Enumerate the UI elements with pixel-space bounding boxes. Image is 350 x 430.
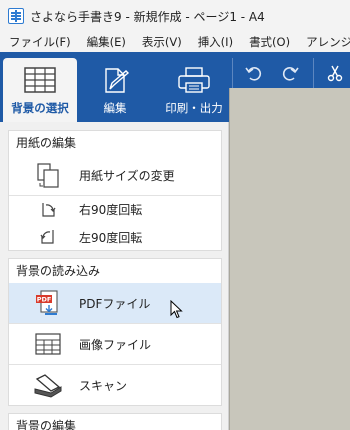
scanner-icon <box>33 370 63 400</box>
tab-edit[interactable]: 編集 <box>78 58 152 122</box>
tab-label: 背景の選択 <box>11 101 69 115</box>
svg-text:PDF: PDF <box>37 296 52 304</box>
background-select-icon <box>22 64 58 96</box>
menu-bar: ファイル(F) 編集(E) 表示(V) 挿入(I) 書式(O) アレンジ <box>0 32 350 52</box>
menu-arrange[interactable]: アレンジ <box>297 34 350 50</box>
tab-label: 編集 <box>103 101 127 115</box>
scan-item[interactable]: スキャン <box>9 364 221 405</box>
background-edit-section: 背景の編集 <box>8 413 222 430</box>
rotate-right-icon <box>33 200 63 220</box>
printer-icon <box>176 64 212 96</box>
section-header: 背景の読み込み <box>16 264 101 278</box>
app-icon <box>8 8 24 24</box>
menu-insert[interactable]: 挿入(I) <box>189 34 240 50</box>
tab-label: 印刷・出力 <box>165 101 223 115</box>
cut-button[interactable] <box>322 60 348 86</box>
title-bar: さよなら手書き9 - 新規作成 - ページ1 - A4 <box>0 0 350 32</box>
undo-icon <box>245 67 262 81</box>
rotate-left-item[interactable]: 左90度回転 <box>9 223 221 251</box>
toolbar-divider <box>313 58 314 88</box>
page-resize-icon <box>33 160 63 190</box>
item-label: スキャン <box>79 378 128 393</box>
mouse-cursor-icon <box>170 300 183 319</box>
image-file-icon <box>33 329 63 359</box>
section-header: 背景の編集 <box>16 419 77 430</box>
tab-print-output[interactable]: 印刷・出力 <box>153 58 235 122</box>
item-label: 用紙サイズの変更 <box>79 168 175 183</box>
menu-edit[interactable]: 編集(E) <box>78 34 133 50</box>
undo-button[interactable] <box>240 60 266 86</box>
section-header: 用紙の編集 <box>16 136 77 150</box>
item-label: 左90度回転 <box>79 230 143 245</box>
pdf-file-item[interactable]: PDF PDFファイル <box>9 283 221 323</box>
rotate-left-icon <box>33 227 63 247</box>
toolbar-divider <box>232 58 233 88</box>
menu-view[interactable]: 表示(V) <box>133 34 189 50</box>
redo-button[interactable] <box>278 60 304 86</box>
paper-edit-section: 用紙の編集 用紙サイズの変更 右90度回転 左90度回転 <box>8 130 222 251</box>
page-canvas[interactable] <box>229 88 350 430</box>
background-import-section: 背景の読み込み PDF PDFファイル 画像ファイル スキャン <box>8 258 222 406</box>
redo-icon <box>282 67 299 81</box>
rotate-right-item[interactable]: 右90度回転 <box>9 195 221 223</box>
tab-background-select[interactable]: 背景の選択 <box>3 58 77 122</box>
item-label: 右90度回転 <box>79 203 143 217</box>
menu-format[interactable]: 書式(O) <box>240 34 297 50</box>
pdf-file-icon: PDF <box>33 288 63 318</box>
window-title: さよなら手書き9 - 新規作成 - ページ1 - A4 <box>30 9 265 24</box>
scissors-icon <box>327 65 343 82</box>
menu-file[interactable]: ファイル(F) <box>0 34 78 50</box>
item-label: 画像ファイル <box>79 337 152 352</box>
pen-edit-icon <box>97 64 133 96</box>
item-label: PDFファイル <box>79 296 151 311</box>
background-panel: 用紙の編集 用紙サイズの変更 右90度回転 左90度回転 背景の読み込み PDF… <box>0 122 229 430</box>
image-file-item[interactable]: 画像ファイル <box>9 323 221 364</box>
change-paper-size-item[interactable]: 用紙サイズの変更 <box>9 155 221 195</box>
